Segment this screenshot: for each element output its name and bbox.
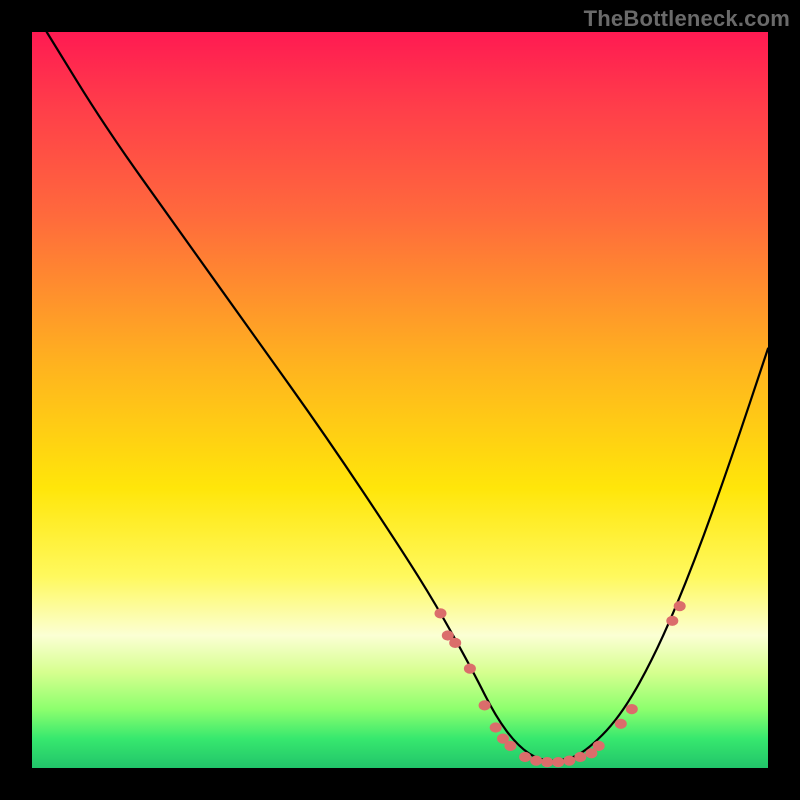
data-marker [615, 719, 627, 729]
data-marker [666, 616, 678, 626]
data-marker [593, 741, 605, 751]
data-marker [435, 608, 447, 618]
data-marker [519, 752, 531, 762]
data-marker [490, 722, 502, 732]
data-marker [479, 700, 491, 710]
data-marker [504, 741, 516, 751]
watermark-text: TheBottleneck.com [584, 6, 790, 32]
data-marker [574, 752, 586, 762]
chart-plot-area [32, 32, 768, 768]
data-marker [449, 638, 461, 648]
bottleneck-curve [47, 32, 768, 761]
data-marker [541, 757, 553, 767]
data-marker [674, 601, 686, 611]
data-marker [464, 664, 476, 674]
marker-group [435, 601, 686, 767]
data-marker [530, 756, 542, 766]
data-marker [563, 756, 575, 766]
data-marker [626, 704, 638, 714]
chart-overlay [32, 32, 768, 768]
data-marker [552, 757, 564, 767]
chart-frame: TheBottleneck.com [0, 0, 800, 800]
